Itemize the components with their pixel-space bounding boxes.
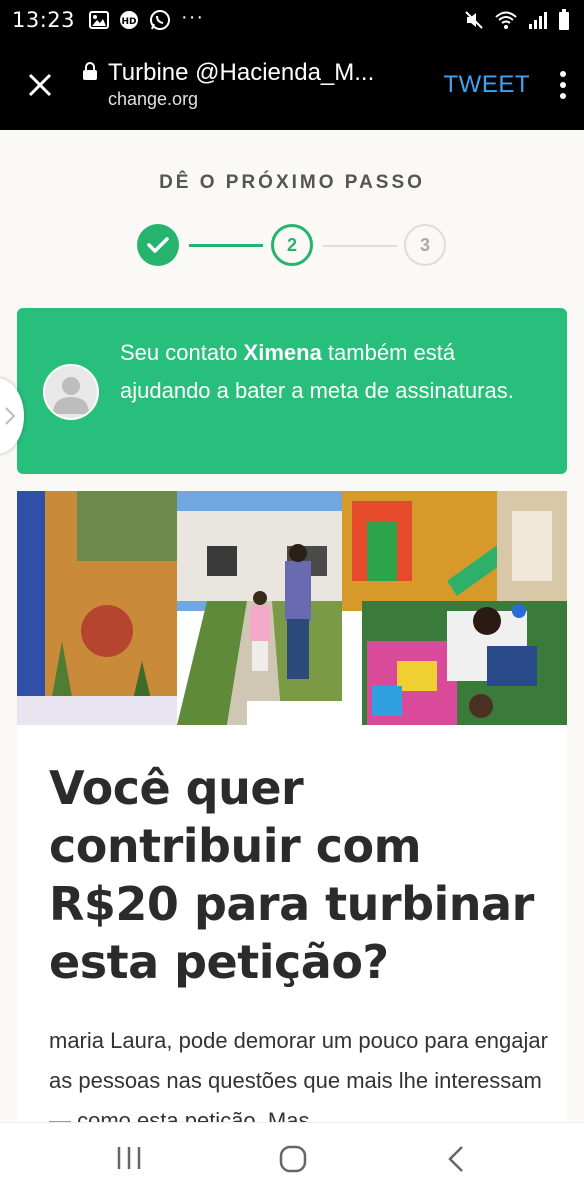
home-icon[interactable]	[279, 1145, 307, 1173]
notification-icons: HD ···	[89, 6, 205, 31]
tweet-button[interactable]: TWEET	[444, 71, 531, 99]
back-icon[interactable]	[446, 1145, 466, 1173]
overflow-menu-icon[interactable]	[558, 71, 568, 99]
close-icon[interactable]	[24, 69, 56, 101]
donation-headline: Você quer contribuir com R$20 para turbi…	[49, 761, 534, 989]
browser-toolbar: Turbine @Hacienda_M... change.org TWEET	[0, 40, 584, 130]
petition-photo-collage	[17, 491, 567, 725]
page-domain: change.org	[108, 89, 199, 109]
notice-prefix: Seu contato	[120, 340, 244, 365]
chevron-right-icon	[5, 407, 16, 425]
contact-name: Ximena	[243, 340, 322, 365]
hd-icon: HD	[119, 10, 139, 30]
step-connector-done	[189, 244, 263, 247]
page-title: Turbine @Hacienda_M...	[108, 59, 375, 86]
system-icons	[464, 9, 570, 31]
lock-icon	[82, 61, 98, 86]
notice-text: Seu contato Ximena também está ajudando …	[120, 334, 540, 410]
signal-icon	[528, 10, 548, 30]
contact-notice: Seu contato Ximena também está ajudando …	[17, 308, 567, 474]
svg-text:HD: HD	[122, 17, 137, 27]
card-body-text: maria Laura, pode demorar um pouco para …	[49, 1028, 548, 1122]
status-bar: 13:23 HD ···	[0, 0, 584, 40]
avatar	[43, 364, 99, 420]
checkmark-icon	[147, 237, 169, 253]
petition-card: Você quer contribuir com R$20 para turbi…	[17, 491, 567, 1122]
more-notifications-icon: ···	[181, 6, 205, 28]
step-3-upcoming: 3	[404, 224, 446, 266]
step-2-current: 2	[271, 224, 313, 266]
progress-stepper: 2 3	[137, 224, 447, 266]
wifi-icon	[494, 10, 518, 30]
step-connector-pending	[323, 245, 397, 247]
image-icon	[89, 11, 110, 29]
recents-icon[interactable]	[116, 1145, 142, 1171]
step-heading: DÊ O PRÓXIMO PASSO	[159, 172, 425, 193]
mute-icon	[464, 10, 484, 30]
android-nav-bar	[0, 1122, 584, 1200]
status-time: 13:23	[12, 8, 76, 32]
url-block[interactable]: Turbine @Hacienda_M... change.org	[108, 59, 390, 111]
step-1-done	[137, 224, 179, 266]
battery-icon	[558, 9, 570, 31]
page-content: DÊ O PRÓXIMO PASSO 2 3 Seu contato Ximen…	[0, 130, 584, 1122]
whatsapp-icon	[149, 9, 171, 31]
